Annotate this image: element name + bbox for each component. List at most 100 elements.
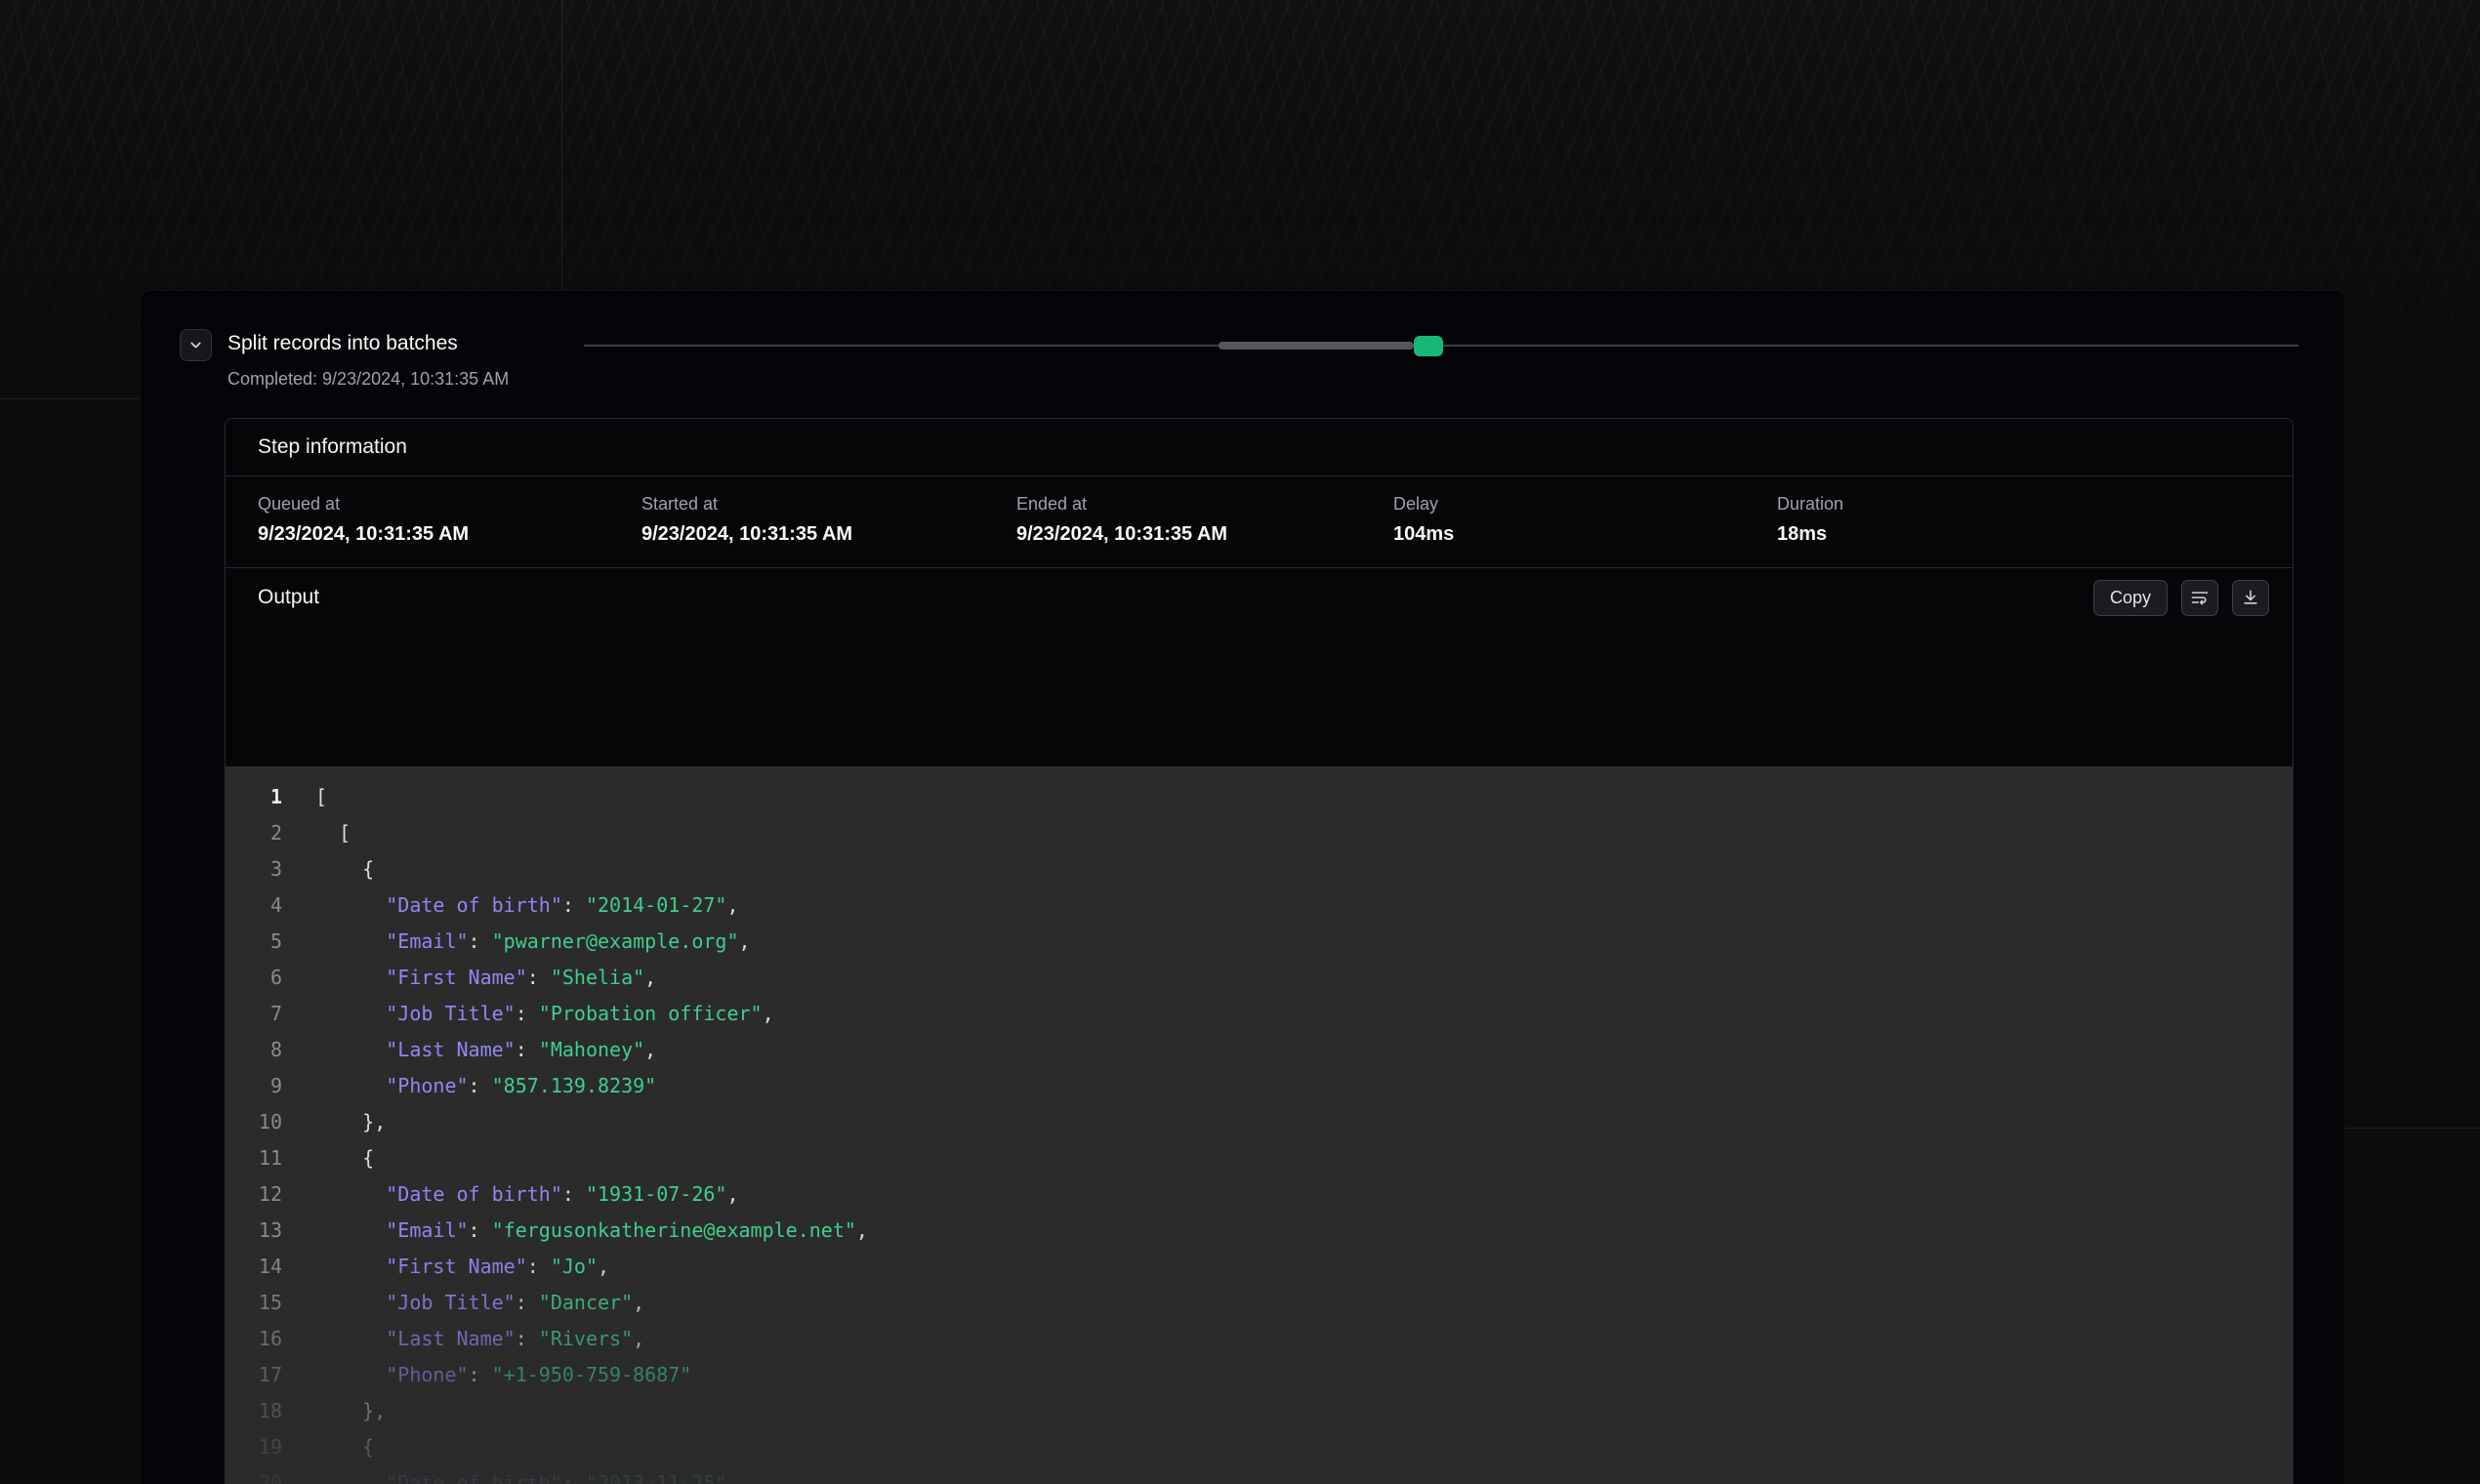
line-content: },	[282, 1393, 386, 1429]
line-number: 14	[226, 1249, 282, 1285]
line-content: "Email": "fergusonkatherine@example.net"…	[282, 1213, 868, 1249]
meta-field: Duration 18ms	[1777, 494, 2293, 546]
step-detail-panel: Split records into batches Completed: 9/…	[140, 290, 2345, 1484]
line-content: },	[282, 1104, 386, 1140]
line-content: "Job Title": "Dancer",	[282, 1285, 644, 1321]
meta-value: 9/23/2024, 10:31:35 AM	[1016, 523, 1393, 546]
line-content: {	[282, 851, 374, 887]
output-json-viewer[interactable]: 1[2 [3 {4 "Date of birth": "2014-01-27",…	[226, 766, 2293, 1484]
line-content: [	[282, 779, 327, 815]
step-information-header: Step information	[226, 419, 2293, 476]
code-line: 8 "Last Name": "Mahoney",	[226, 1032, 2293, 1068]
code-line: 11 {	[226, 1140, 2293, 1176]
code-line: 4 "Date of birth": "2014-01-27",	[226, 887, 2293, 924]
copy-output-button[interactable]: Copy	[2093, 580, 2168, 616]
code-line: 12 "Date of birth": "1931-07-26",	[226, 1176, 2293, 1213]
line-content: "First Name": "Shelia",	[282, 960, 656, 996]
output-header: Output Copy	[226, 568, 2293, 627]
step-title: Split records into batches	[227, 332, 458, 355]
wrap-text-icon	[2190, 588, 2210, 607]
code-line: 2 [	[226, 815, 2293, 851]
step-information-card: Step information Queued at9/23/2024, 10:…	[225, 418, 2294, 1484]
step-header: Split records into batches Completed: 9/…	[141, 291, 2344, 418]
line-number: 19	[226, 1429, 282, 1465]
code-line: 14 "First Name": "Jo",	[226, 1249, 2293, 1285]
line-content: "Last Name": "Mahoney",	[282, 1032, 656, 1068]
step-completed-timestamp: Completed: 9/23/2024, 10:31:35 AM	[227, 369, 509, 390]
line-content: "Email": "pwarner@example.org",	[282, 924, 751, 960]
collapse-step-button[interactable]	[180, 329, 212, 361]
output-title: Output	[258, 586, 319, 609]
background-grid-line	[2345, 1128, 2480, 1129]
line-number: 13	[226, 1213, 282, 1249]
background-grid-line	[0, 398, 140, 399]
line-number: 7	[226, 996, 282, 1032]
meta-label: Started at	[641, 494, 1016, 515]
meta-label: Delay	[1393, 494, 1777, 515]
timeline-active-segment	[1219, 342, 1414, 350]
line-content: {	[282, 1140, 374, 1176]
line-number: 12	[226, 1176, 282, 1213]
code-line: 7 "Job Title": "Probation officer",	[226, 996, 2293, 1032]
code-line: 6 "First Name": "Shelia",	[226, 960, 2293, 996]
code-line: 18 },	[226, 1393, 2293, 1429]
line-number: 15	[226, 1285, 282, 1321]
step-information-title: Step information	[258, 435, 407, 459]
step-meta-row: Queued at9/23/2024, 10:31:35 AMStarted a…	[226, 476, 2293, 568]
line-number: 8	[226, 1032, 282, 1068]
code-line: 3 {	[226, 851, 2293, 887]
line-number: 3	[226, 851, 282, 887]
output-actions: Copy	[2093, 580, 2269, 616]
meta-field: Started at 9/23/2024, 10:31:35 AM	[641, 494, 1016, 546]
meta-value: 18ms	[1777, 523, 2293, 546]
line-number: 6	[226, 960, 282, 996]
meta-value: 104ms	[1393, 523, 1777, 546]
code-line: 5 "Email": "pwarner@example.org",	[226, 924, 2293, 960]
meta-field: Queued at 9/23/2024, 10:31:35 AM	[258, 494, 641, 546]
code-line: 10 },	[226, 1104, 2293, 1140]
code-line: 20 "Date of birth": "2013-11-25",	[226, 1465, 2293, 1484]
code-line: 1[	[226, 779, 2293, 815]
line-number: 18	[226, 1393, 282, 1429]
line-content: "Phone": "+1-950-759-8687"	[282, 1357, 691, 1393]
line-number: 2	[226, 815, 282, 851]
line-content: "Last Name": "Rivers",	[282, 1321, 644, 1357]
meta-label: Ended at	[1016, 494, 1393, 515]
line-number: 17	[226, 1357, 282, 1393]
code-line: 15 "Job Title": "Dancer",	[226, 1285, 2293, 1321]
timeline-handle[interactable]	[1414, 336, 1443, 356]
meta-field: Ended at 9/23/2024, 10:31:35 AM	[1016, 494, 1393, 546]
code-lines: 1[2 [3 {4 "Date of birth": "2014-01-27",…	[226, 766, 2293, 1484]
line-content: "Date of birth": "2013-11-25",	[282, 1465, 739, 1484]
line-content: "Date of birth": "1931-07-26",	[282, 1176, 739, 1213]
line-number: 20	[226, 1465, 282, 1484]
meta-label: Duration	[1777, 494, 2293, 515]
line-number: 16	[226, 1321, 282, 1357]
code-line: 13 "Email": "fergusonkatherine@example.n…	[226, 1213, 2293, 1249]
code-line: 17 "Phone": "+1-950-759-8687"	[226, 1357, 2293, 1393]
line-content: "Date of birth": "2014-01-27",	[282, 887, 739, 924]
code-line: 19 {	[226, 1429, 2293, 1465]
scroll-to-bottom-button[interactable]	[2232, 580, 2269, 616]
line-content: "First Name": "Jo",	[282, 1249, 609, 1285]
line-content: [	[282, 815, 351, 851]
line-number: 11	[226, 1140, 282, 1176]
line-content: "Job Title": "Probation officer",	[282, 996, 774, 1032]
background-grid-line	[561, 0, 562, 293]
code-line: 9 "Phone": "857.139.8239"	[226, 1068, 2293, 1104]
line-number: 10	[226, 1104, 282, 1140]
arrow-down-to-line-icon	[2241, 588, 2260, 607]
chevron-down-icon	[187, 337, 204, 353]
run-timeline-scrubber[interactable]	[584, 330, 2298, 361]
meta-value: 9/23/2024, 10:31:35 AM	[258, 523, 641, 546]
code-line: 16 "Last Name": "Rivers",	[226, 1321, 2293, 1357]
line-content: {	[282, 1429, 374, 1465]
meta-value: 9/23/2024, 10:31:35 AM	[641, 523, 1016, 546]
meta-label: Queued at	[258, 494, 641, 515]
line-number: 1	[226, 779, 282, 815]
meta-field: Delay 104ms	[1393, 494, 1777, 546]
line-number: 5	[226, 924, 282, 960]
line-number: 9	[226, 1068, 282, 1104]
word-wrap-button[interactable]	[2181, 580, 2218, 616]
line-number: 4	[226, 887, 282, 924]
